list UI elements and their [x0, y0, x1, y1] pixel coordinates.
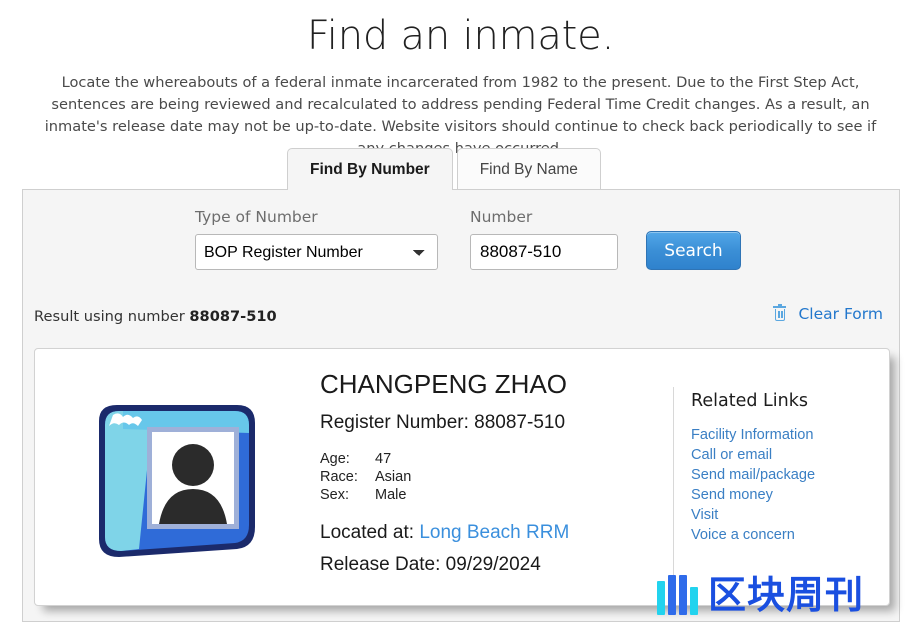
find-inmate-page: Find an inmate. Locate the whereabouts o…: [0, 0, 921, 627]
related-link-voice-a-concern[interactable]: Voice a concern: [691, 525, 871, 545]
type-of-number-field: Type of Number BOP Register Number: [195, 208, 438, 270]
user-photo-frame-icon: [89, 399, 265, 565]
type-of-number-select[interactable]: BOP Register Number: [195, 234, 438, 270]
facility-link[interactable]: Long Beach RRM: [419, 522, 569, 543]
attribute-key: Sex:: [320, 487, 350, 503]
number-input[interactable]: [470, 234, 618, 270]
inmate-details: CHANGPENG ZHAO Register Number: 88087-51…: [320, 369, 655, 576]
attribute-row-age: Age: 47: [320, 451, 411, 469]
related-links-title: Related Links: [691, 391, 808, 411]
clear-form-button[interactable]: Clear Form: [773, 304, 883, 323]
clear-form-label: Clear Form: [798, 305, 883, 323]
search-button[interactable]: Search: [646, 231, 741, 270]
number-label: Number: [470, 208, 533, 226]
inmate-register-number: Register Number: 88087-510: [320, 412, 566, 433]
inmate-result-card: CHANGPENG ZHAO Register Number: 88087-51…: [34, 348, 890, 606]
attribute-value: 47: [375, 451, 392, 467]
related-link-facility-information[interactable]: Facility Information: [691, 425, 871, 445]
related-link-send-money[interactable]: Send money: [691, 485, 871, 505]
result-number: 88087-510: [189, 308, 277, 325]
tab-find-by-number[interactable]: Find By Number: [287, 148, 453, 191]
result-prefix: Result using number: [34, 308, 185, 325]
search-panel: Type of Number BOP Register Number Numbe…: [22, 189, 900, 622]
inmate-attributes: Age: 47 Race: Asian Sex: Male: [320, 451, 411, 505]
trash-icon: [773, 304, 787, 322]
attribute-key: Age:: [320, 451, 350, 467]
type-of-number-label: Type of Number: [195, 208, 318, 226]
inmate-name: CHANGPENG ZHAO: [320, 369, 568, 399]
search-form: Type of Number BOP Register Number Numbe…: [195, 208, 741, 270]
number-field: Number: [470, 208, 618, 270]
located-at-label: Located at:: [320, 522, 415, 543]
attribute-value: Male: [375, 487, 407, 503]
attribute-row-race: Race: Asian: [320, 469, 411, 487]
related-link-send-mail-package[interactable]: Send mail/package: [691, 465, 871, 485]
intro-paragraph: Locate the whereabouts of a federal inma…: [44, 74, 877, 157]
related-links-panel: Related Links Facility Information Call …: [691, 391, 871, 545]
page-title: Find an inmate.: [306, 13, 615, 59]
tab-bar: Find By Number Find By Name: [22, 148, 900, 191]
related-link-visit[interactable]: Visit: [691, 505, 871, 525]
inmate-release-date: Release Date: 09/29/2024: [320, 554, 541, 575]
attribute-row-sex: Sex: Male: [320, 487, 411, 505]
tab-find-by-name[interactable]: Find By Name: [456, 148, 601, 190]
related-link-call-or-email[interactable]: Call or email: [691, 445, 871, 465]
attribute-key: Race:: [320, 469, 358, 485]
card-divider: [673, 387, 674, 580]
attribute-value: Asian: [375, 469, 412, 485]
result-summary: Result using number 88087-510: [34, 308, 277, 325]
inmate-located-at: Located at: Long Beach RRM: [320, 522, 655, 544]
